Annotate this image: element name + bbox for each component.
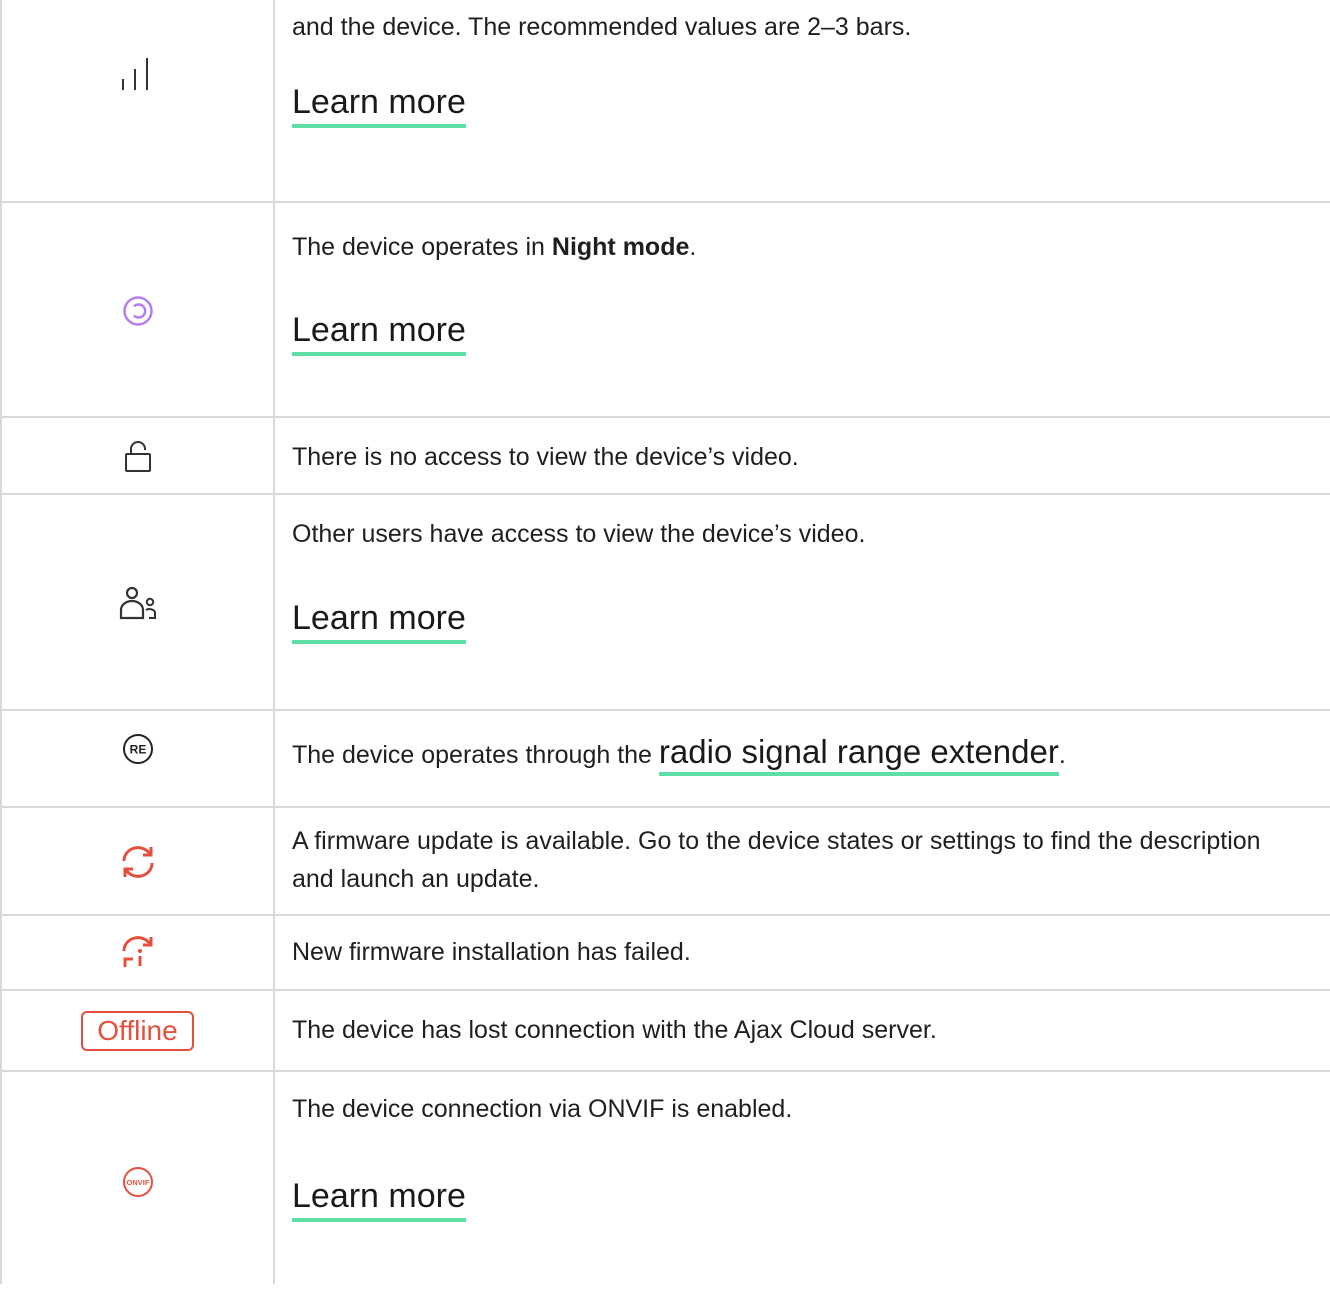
row-description: A firmware update is available. Go to th…: [292, 827, 1261, 893]
table-row: RE The device operates through the radio…: [0, 711, 1330, 808]
icon-cell: [2, 808, 273, 916]
icon-cell: [2, 916, 273, 988]
icon-cell: [2, 495, 273, 711]
onvif-icon: ONVIF: [122, 1167, 153, 1197]
onvif-icon-label: ONVIF: [126, 1178, 149, 1187]
icon-cell: [2, 203, 273, 418]
icon-cell: Offline: [2, 991, 273, 1070]
row-description: The device operates in Night mode.: [292, 233, 697, 261]
learn-more-link[interactable]: Learn more: [292, 1176, 466, 1222]
firmware-update-icon: [121, 846, 154, 878]
firmware-failed-icon: [121, 936, 152, 967]
lock-icon: [124, 440, 151, 472]
table-row: The device operates in Night mode. Learn…: [0, 203, 1330, 418]
re-icon: RE: [122, 733, 153, 764]
row-description: The device connection via ONVIF is enabl…: [292, 1095, 793, 1123]
offline-badge: Offline: [81, 1010, 194, 1051]
table-row: A firmware update is available. Go to th…: [0, 808, 1330, 916]
learn-more-link[interactable]: Learn more: [292, 82, 466, 128]
learn-more-link[interactable]: Learn more: [292, 310, 466, 356]
row-description: The device operates through the radio si…: [292, 733, 1302, 776]
row-description: New firmware installation has failed.: [292, 938, 691, 966]
shared-users-icon: [119, 586, 156, 620]
table-row: There is no access to view the device’s …: [0, 418, 1330, 495]
table-row: ONVIF The device connection via ONVIF is…: [0, 1072, 1330, 1284]
icon-cell: RE: [2, 711, 273, 786]
table-row: Other users have access to view the devi…: [0, 495, 1330, 711]
range-extender-link[interactable]: radio signal range extender: [658, 733, 1059, 776]
table-row: Offline The device has lost connection w…: [0, 991, 1330, 1072]
table-row: New firmware installation has failed.: [0, 916, 1330, 991]
row-description: Other users have access to view the devi…: [292, 520, 866, 548]
row-description: and the device. The recommended values a…: [292, 13, 912, 41]
signal-bars-icon: [121, 58, 148, 90]
icon-cell: [2, 0, 273, 150]
night-mode-icon: [122, 295, 153, 326]
learn-more-link[interactable]: Learn more: [292, 598, 466, 644]
re-icon-label: RE: [129, 742, 146, 756]
icon-cell: ONVIF: [2, 1072, 273, 1292]
row-description: There is no access to view the device’s …: [292, 443, 799, 471]
row-description: The device has lost connection with the …: [292, 1016, 937, 1044]
table-row: and the device. The recommended values a…: [0, 0, 1330, 203]
icon-cell: [2, 418, 273, 495]
